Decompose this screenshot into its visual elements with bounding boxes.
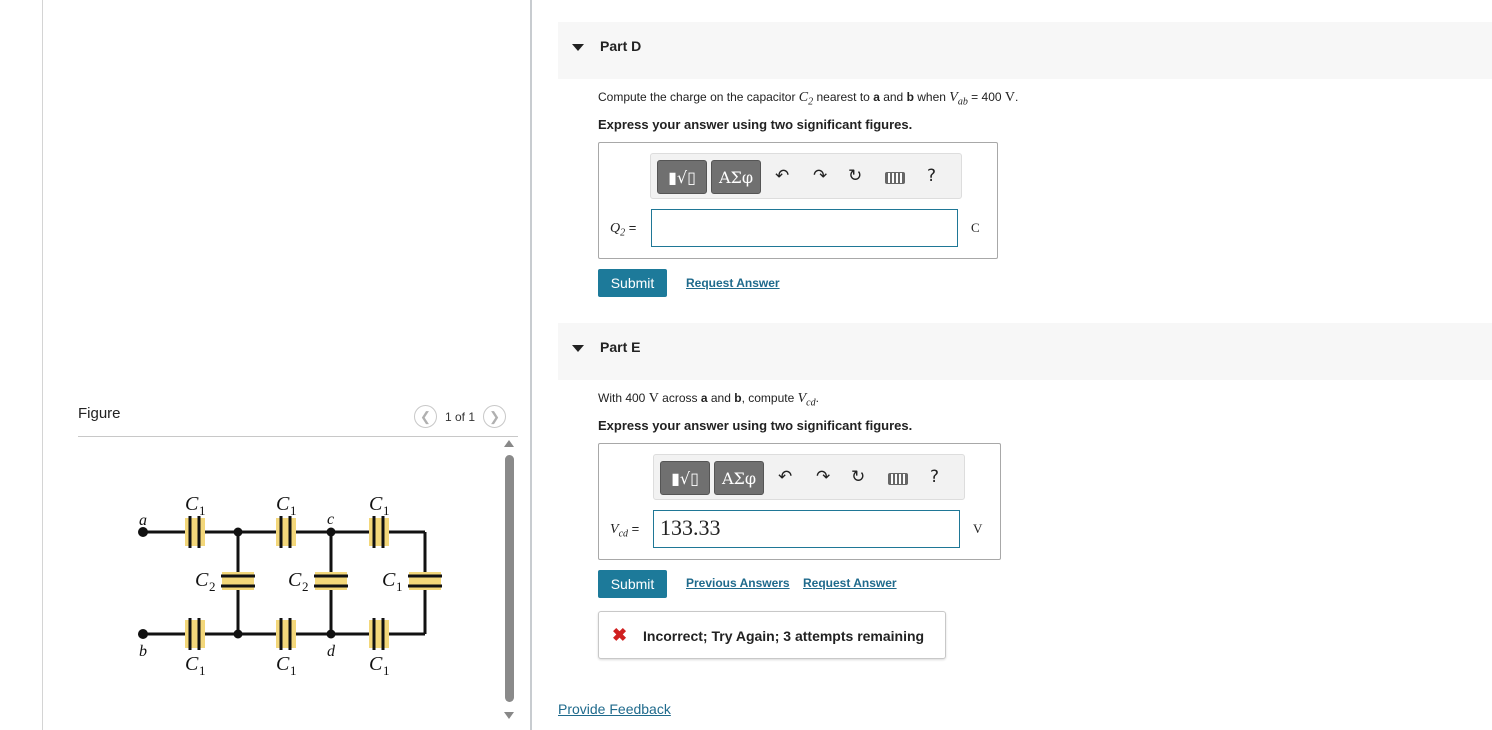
part-e-feedback-box: ✖ Incorrect; Try Again; 3 attempts remai… <box>598 611 946 659</box>
reset-icon[interactable]: ↻ <box>851 467 865 487</box>
help-button[interactable]: ? <box>930 467 939 487</box>
cap-label-bottom-3: C1 <box>369 653 390 678</box>
figure-divider <box>78 436 518 437</box>
redo-icon[interactable]: ↷ <box>813 166 827 186</box>
svg-text:C: C <box>369 653 383 675</box>
part-d-instruction: Express your answer using two significan… <box>598 117 913 132</box>
reset-icon[interactable]: ↻ <box>848 166 862 186</box>
undo-icon[interactable]: ↶ <box>778 467 792 487</box>
part-d-answer-label: Q2 = <box>610 220 637 239</box>
circuit-diagram: a b c d C1 C1 C1 C1 C1 C1 C2 C2 C1 <box>138 493 442 678</box>
part-d-question: Compute the charge on the capacitor C2 n… <box>598 90 1019 108</box>
part-d-answer-box: ▮√▯ ΑΣφ ↶ ↷ ↻ ? Q2 = C <box>598 142 998 259</box>
figure-counter: 1 of 1 <box>445 409 476 424</box>
svg-text:1: 1 <box>199 503 206 518</box>
part-e-request-answer-link[interactable]: Request Answer <box>803 576 897 590</box>
svg-text:C: C <box>288 569 302 591</box>
svg-text:1: 1 <box>199 663 206 678</box>
part-e-unit: V <box>973 521 983 536</box>
keyboard-icon[interactable] <box>885 172 905 184</box>
undo-icon[interactable]: ↶ <box>775 166 789 186</box>
part-e-submit-button[interactable]: Submit <box>598 570 667 598</box>
svg-text:C: C <box>185 493 199 515</box>
cap-label-top-3: C1 <box>369 493 390 518</box>
part-e-header[interactable]: Part E <box>558 323 1492 380</box>
svg-text:C: C <box>195 569 209 591</box>
cap-label-bottom-1: C1 <box>185 653 206 678</box>
svg-text:1: 1 <box>290 663 297 678</box>
svg-text:2: 2 <box>302 579 309 594</box>
chevron-left-icon: ❮ <box>420 408 431 424</box>
part-e-question: With 400 V across a and b, compute Vcd. <box>598 391 819 409</box>
scroll-up-arrow[interactable] <box>504 440 514 447</box>
part-d-submit-button[interactable]: Submit <box>598 269 667 297</box>
figure-prev-button[interactable]: ❮ <box>414 405 437 428</box>
part-e-answer-label: Vcd = <box>610 521 640 540</box>
svg-text:1: 1 <box>396 579 403 594</box>
node-c-label: c <box>327 511 334 528</box>
cap-label-top-2: C1 <box>276 493 297 518</box>
collapse-caret-icon <box>572 345 584 352</box>
part-d-title: Part D <box>600 38 642 54</box>
x-mark-icon: ✖ <box>612 625 628 645</box>
greek-symbols-button[interactable]: ΑΣφ <box>711 160 761 194</box>
figure-next-button[interactable]: ❯ <box>483 405 507 428</box>
figure-title: Figure <box>78 405 121 422</box>
svg-text:1: 1 <box>290 503 297 518</box>
part-d-math-toolbar: ▮√▯ ΑΣφ ↶ ↷ ↻ ? <box>650 153 962 199</box>
node-d-label: d <box>327 643 336 660</box>
templates-button[interactable]: ▮√▯ <box>657 160 707 194</box>
part-d-header[interactable]: Part D <box>558 22 1492 79</box>
redo-icon[interactable]: ↷ <box>816 467 830 487</box>
part-e-math-toolbar: ▮√▯ ΑΣφ ↶ ↷ ↻ ? <box>653 454 965 500</box>
svg-text:2: 2 <box>209 579 216 594</box>
part-d-answer-input[interactable] <box>651 209 958 247</box>
part-e-previous-answers-link[interactable]: Previous Answers <box>686 576 790 590</box>
chevron-right-icon: ❯ <box>489 408 500 424</box>
svg-text:C: C <box>382 569 396 591</box>
collapse-caret-icon <box>572 44 584 51</box>
provide-feedback-link[interactable]: Provide Feedback <box>558 701 671 717</box>
cap-label-shunt-2: C2 <box>288 569 309 594</box>
svg-text:C: C <box>276 493 290 515</box>
part-d-request-answer-link[interactable]: Request Answer <box>686 276 780 290</box>
cap-label-bottom-2: C1 <box>276 653 297 678</box>
help-button[interactable]: ? <box>927 166 936 186</box>
greek-symbols-button[interactable]: ΑΣφ <box>714 461 764 495</box>
figure-scrollbar[interactable] <box>505 455 514 702</box>
left-border <box>42 0 43 730</box>
svg-text:C: C <box>369 493 383 515</box>
part-e-answer-box: ▮√▯ ΑΣφ ↶ ↷ ↻ ? Vcd = 133.33 V <box>598 443 1001 560</box>
svg-text:C: C <box>276 653 290 675</box>
cap-label-shunt-3: C1 <box>382 569 403 594</box>
templates-button[interactable]: ▮√▯ <box>660 461 710 495</box>
svg-text:1: 1 <box>383 663 390 678</box>
cap-label-shunt-1: C2 <box>195 569 216 594</box>
part-e-title: Part E <box>600 339 641 355</box>
part-e-instruction: Express your answer using two significan… <box>598 418 913 433</box>
node-b-label: b <box>139 643 147 660</box>
cap-label-top-1: C1 <box>185 493 206 518</box>
node-a-label: a <box>139 512 147 529</box>
part-e-feedback-message: Incorrect; Try Again; 3 attempts remaini… <box>643 628 925 644</box>
keyboard-icon[interactable] <box>888 473 908 485</box>
svg-text:C: C <box>185 653 199 675</box>
svg-text:1: 1 <box>383 503 390 518</box>
part-e-answer-input[interactable]: 133.33 <box>653 510 960 548</box>
panel-divider[interactable] <box>530 0 532 730</box>
figure-nav: ❮ 1 of 1 ❯ <box>414 405 507 428</box>
scroll-down-arrow[interactable] <box>504 712 514 719</box>
part-d-unit: C <box>971 220 980 235</box>
